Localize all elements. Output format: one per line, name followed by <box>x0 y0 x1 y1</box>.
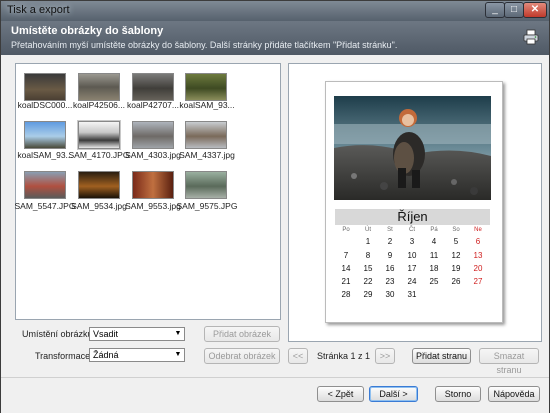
calendar-day: 28 <box>341 290 351 299</box>
close-button[interactable]: ✕ <box>523 2 547 18</box>
add-image-button[interactable]: Přidat obrázek <box>204 326 280 342</box>
image-thumbnail[interactable] <box>74 115 124 155</box>
printer-icon[interactable] <box>523 29 539 45</box>
calendar-day: 23 <box>385 277 395 286</box>
calendar-day: 10 <box>407 251 417 260</box>
placement-label: Umístění obrázku: <box>22 329 96 339</box>
calendar-weekday: Ne <box>474 227 482 233</box>
calendar-day: 20 <box>473 264 483 273</box>
placement-value: Vsadit <box>93 329 119 339</box>
calendar-day: 5 <box>453 237 459 246</box>
calendar-weekday: Pá <box>430 227 438 233</box>
calendar-day: 30 <box>385 290 395 299</box>
calendar-day: 7 <box>343 251 349 260</box>
calendar-day: 29 <box>363 290 373 299</box>
calendar-weekday: St <box>387 227 393 233</box>
add-page-button[interactable]: Přidat stranu <box>412 348 471 364</box>
thumbnail-image <box>78 171 120 199</box>
image-thumbnail[interactable] <box>20 115 70 155</box>
print-export-window: Tisk a export _ □ ✕ Umístěte obrázky do … <box>0 0 550 413</box>
transform-label: Transformace: <box>35 351 93 361</box>
calendar-weekday: Čt <box>409 227 415 233</box>
calendar-month-name: Říjen <box>397 209 428 224</box>
page-indicator: Stránka 1 z 1 <box>317 351 371 361</box>
calendar-day: 24 <box>407 277 417 286</box>
thumbnail-caption: koalSAM_93... <box>179 100 235 110</box>
image-thumbnail[interactable] <box>128 115 178 155</box>
thumbnail-image <box>24 171 66 199</box>
image-thumbnail[interactable] <box>181 115 231 155</box>
calendar-day: 19 <box>451 264 461 273</box>
prev-page-button[interactable]: << <box>288 348 308 364</box>
calendar-day: 26 <box>451 277 461 286</box>
calendar-day: 17 <box>407 264 417 273</box>
calendar-day: 13 <box>473 251 483 260</box>
calendar-weekday: Út <box>365 227 371 233</box>
calendar-day: 31 <box>407 290 417 299</box>
minimize-button[interactable]: _ <box>485 2 505 18</box>
calendar-day: 27 <box>473 277 483 286</box>
thumbnail-image <box>24 73 66 101</box>
calendar-weekday: So <box>452 227 460 233</box>
wizard-header: Umístěte obrázky do šablony Přetahováním… <box>1 21 549 55</box>
image-thumbnail[interactable] <box>74 165 124 205</box>
calendar-day: 4 <box>431 237 437 246</box>
calendar-day: 2 <box>387 237 393 246</box>
help-button[interactable]: Nápověda <box>488 386 540 402</box>
calendar-weekday: Po <box>342 227 350 233</box>
chevron-down-icon: ▼ <box>174 351 182 358</box>
calendar-photo[interactable] <box>334 96 491 200</box>
calendar-day: 12 <box>451 251 461 260</box>
calendar-day: 15 <box>363 264 373 273</box>
back-button[interactable]: < Zpět <box>317 386 364 402</box>
thumbnail-image <box>185 121 227 149</box>
calendar-month-header: Říjen <box>335 209 490 225</box>
calendar-day: 14 <box>341 264 351 273</box>
calendar-day: 3 <box>409 237 415 246</box>
thumbnail-image <box>185 73 227 101</box>
window-title: Tisk a export <box>7 4 70 16</box>
title-bar[interactable]: Tisk a export _ □ ✕ <box>1 1 549 21</box>
delete-page-button[interactable]: Smazat stranu <box>479 348 539 375</box>
calendar-day: 16 <box>385 264 395 273</box>
chevron-down-icon: ▼ <box>174 330 182 337</box>
calendar-day: 25 <box>429 277 439 286</box>
calendar-day: 21 <box>341 277 351 286</box>
calendar-day: 6 <box>475 237 481 246</box>
remove-image-button[interactable]: Odebrat obrázek <box>204 348 280 364</box>
transform-select[interactable]: Žádná ▼ <box>89 348 185 362</box>
cancel-button[interactable]: Storno <box>435 386 481 402</box>
calendar-day: 1 <box>365 237 371 246</box>
thumbnail-image <box>132 73 174 101</box>
next-page-button[interactable]: >> <box>375 348 395 364</box>
step-subtitle: Přetahováním myší umístěte obrázky do ša… <box>11 40 398 50</box>
calendar-day: 9 <box>387 251 393 260</box>
image-thumbnail[interactable] <box>128 165 178 205</box>
thumbnail-image <box>78 73 120 101</box>
thumbnail-caption: SAM_9575.JPG <box>176 201 238 211</box>
thumbnail-image <box>132 171 174 199</box>
thumbnail-image <box>132 121 174 149</box>
calendar-day: 11 <box>429 251 439 260</box>
thumbnail-caption: SAM_4337.jpg <box>179 150 235 160</box>
transform-value: Žádná <box>93 350 119 360</box>
image-thumbnail[interactable] <box>20 165 70 205</box>
calendar-day: 18 <box>429 264 439 273</box>
thumbnail-image <box>24 121 66 149</box>
image-thumbnail[interactable] <box>181 165 231 205</box>
thumbnail-image <box>185 171 227 199</box>
next-button[interactable]: Další > <box>369 386 418 402</box>
calendar-day: 22 <box>363 277 373 286</box>
placement-select[interactable]: Vsadit ▼ <box>89 327 185 341</box>
step-title: Umístěte obrázky do šablony <box>11 25 164 37</box>
calendar-day: 8 <box>365 251 371 260</box>
thumbnail-image <box>78 121 120 149</box>
maximize-button[interactable]: □ <box>504 2 524 18</box>
